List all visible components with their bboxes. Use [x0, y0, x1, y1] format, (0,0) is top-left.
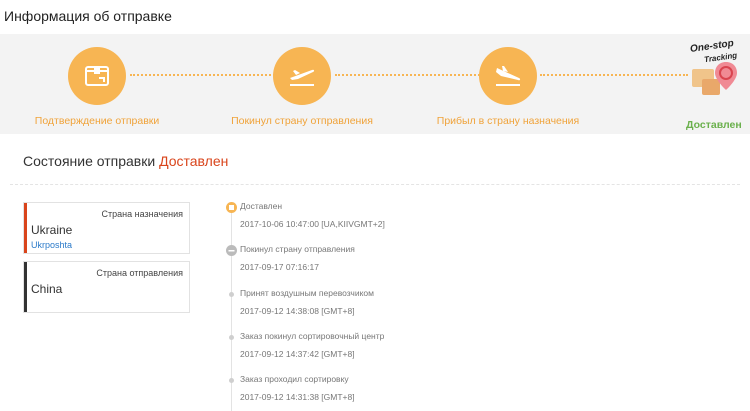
location-pin-icon: [715, 62, 737, 90]
event-title: Заказ проходил сортировку: [240, 374, 349, 384]
event-title: Доставлен: [240, 201, 283, 211]
shipment-status: Состояние отправки Доставлен: [23, 153, 228, 169]
divider: [10, 184, 740, 185]
event-time: 2017-09-17 07:16:17: [240, 262, 319, 272]
delivered-marker-icon: [226, 202, 237, 213]
destination-country-card: Страна назначения Ukraine Ukrposhta: [23, 202, 190, 254]
dot-icon: [229, 292, 234, 297]
plane-arrival-icon: [479, 47, 537, 105]
event-time: 2017-09-12 14:38:08 [GMT+8]: [240, 306, 355, 316]
card-caption: Страна назначения: [101, 209, 183, 219]
progress-tracker: Подтверждение отправки Покинул страну от…: [0, 34, 750, 134]
delivered-illustration: One-stop Tracking: [684, 38, 746, 101]
departed-marker-icon: [226, 245, 237, 256]
origin-country-card: Страна отправления China: [23, 261, 190, 313]
event-title: Принят воздушным перевозчиком: [240, 288, 374, 298]
package-icon: [68, 47, 126, 105]
card-accent-bar: [24, 262, 27, 312]
progress-step-label: Прибыл в страну назначения: [436, 115, 580, 127]
progress-step-arrived: Прибыл в страну назначения: [428, 47, 588, 127]
carrier-link[interactable]: Ukrposhta: [31, 240, 72, 250]
event-time: 2017-09-12 14:37:42 [GMT+8]: [240, 349, 355, 359]
progress-step-label: Доставлен: [686, 119, 742, 131]
progress-step-departed: Покинул страну отправления: [222, 47, 382, 127]
progress-step-confirmed: Подтверждение отправки: [17, 47, 177, 127]
status-label: Состояние отправки: [23, 153, 156, 169]
country-name: Ukraine: [31, 223, 73, 237]
page-title: Информация об отправке: [4, 8, 172, 24]
progress-step-label: Покинул страну отправления: [231, 115, 373, 127]
event-time: 2017-09-12 14:31:38 [GMT+8]: [240, 392, 355, 402]
status-value: Доставлен: [159, 153, 229, 169]
progress-step-label: Подтверждение отправки: [34, 115, 160, 127]
event-time: 2017-10-06 10:47:00 [UA,KIIVGMT+2]: [240, 219, 385, 229]
card-caption: Страна отправления: [96, 268, 183, 278]
country-name: China: [31, 282, 63, 296]
dot-icon: [229, 335, 234, 340]
dot-icon: [229, 378, 234, 383]
plane-departure-icon: [273, 47, 331, 105]
event-title: Покинул страну отправления: [240, 244, 355, 254]
event-title: Заказ покинул сортировочный центр: [240, 331, 385, 341]
card-accent-bar: [24, 203, 27, 253]
